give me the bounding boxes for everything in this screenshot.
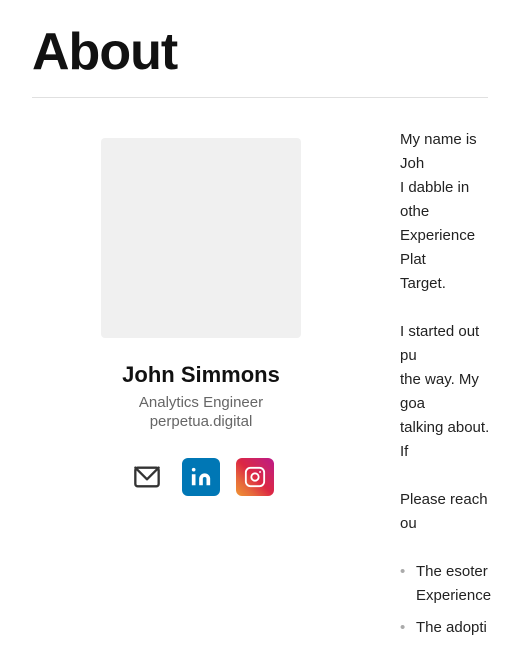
bullet-list: The esoterExperience The adopti	[400, 560, 500, 640]
right-panel: My name is Joh I dabble in othe Experien…	[390, 98, 520, 668]
bio-paragraph-3: Please reach ou	[400, 488, 500, 536]
bio-paragraph-2: I started out pu the way. My goa talking…	[400, 320, 500, 464]
avatar	[101, 138, 301, 338]
content-area: John Simmons Analytics Engineer perpetua…	[0, 98, 520, 668]
email-icon[interactable]	[128, 458, 166, 496]
person-title: Analytics Engineer	[139, 394, 263, 411]
list-item: The adopti	[400, 616, 500, 640]
page-title: About	[32, 24, 488, 81]
person-website[interactable]: perpetua.digital	[150, 413, 253, 430]
left-panel: John Simmons Analytics Engineer perpetua…	[0, 98, 390, 668]
page-container: About John Simmons Analytics Engineer pe…	[0, 0, 520, 668]
list-item: The esoterExperience	[400, 560, 500, 608]
person-name: John Simmons	[122, 362, 280, 388]
linkedin-icon[interactable]	[182, 458, 220, 496]
instagram-icon[interactable]	[236, 458, 274, 496]
social-icons	[128, 458, 274, 496]
header-section: About	[0, 0, 520, 97]
bio-paragraph-1: My name is Joh I dabble in othe Experien…	[400, 128, 500, 296]
